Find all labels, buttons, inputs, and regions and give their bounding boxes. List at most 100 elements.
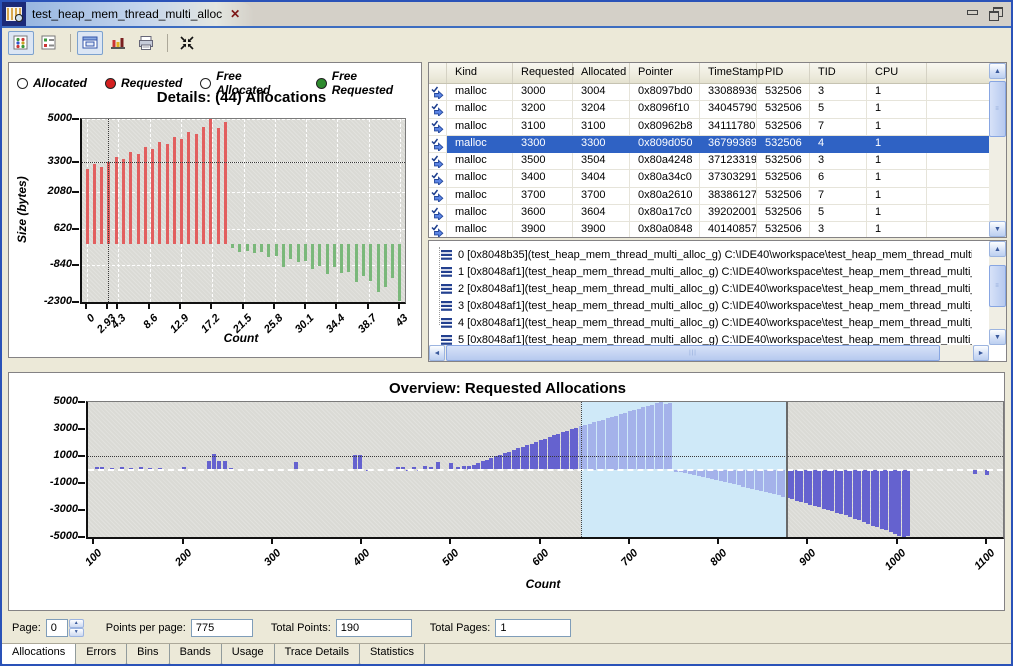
stack-frame-icon xyxy=(441,266,453,278)
scroll-down-icon[interactable]: ▼ xyxy=(989,221,1006,237)
table-scroll-thumb[interactable]: ≡ xyxy=(989,81,1006,137)
table-row[interactable]: malloc310031000x80962b83411178053250671 xyxy=(429,119,989,136)
overview-bar xyxy=(565,431,569,470)
trace-list-item[interactable]: 0 [0x8048b35](test_heap_mem_thread_multi… xyxy=(429,246,972,263)
tab-bins[interactable]: Bins xyxy=(126,644,169,665)
tab-allocations[interactable]: Allocations xyxy=(1,644,76,665)
overview-bar xyxy=(813,470,817,506)
page-spinner: ▲ ▼ xyxy=(46,619,84,637)
table-row[interactable]: malloc390039000x80a08484014085753250631 xyxy=(429,222,989,237)
restore-icon[interactable] xyxy=(989,7,1003,19)
details-plot-area[interactable] xyxy=(80,118,406,304)
minimize-icon[interactable] xyxy=(966,7,979,18)
tab-bands[interactable]: Bands xyxy=(169,644,222,665)
stack-frame-icon xyxy=(441,334,453,346)
chart-view-button[interactable] xyxy=(105,31,131,55)
table-row[interactable]: malloc370037000x80a26103838612753250671 xyxy=(429,188,989,205)
table-cell-timestamp: 34111780 xyxy=(700,119,757,136)
x-tick-mark xyxy=(896,538,898,544)
points-per-page-input[interactable] xyxy=(191,619,253,637)
column-header-timestamp[interactable]: TimeStamp xyxy=(700,63,757,83)
selection-right-edge[interactable] xyxy=(786,402,788,537)
allocation-bar xyxy=(260,244,263,252)
overview-bar xyxy=(830,470,834,512)
fit-to-window-button[interactable] xyxy=(174,31,200,55)
column-header-tid[interactable]: TID xyxy=(810,63,867,83)
tab-statistics[interactable]: Statistics xyxy=(359,644,425,665)
overview-bar xyxy=(614,416,618,470)
scroll-right-icon[interactable]: ► xyxy=(973,345,989,361)
trace-hscroll-thumb[interactable]: ||| xyxy=(446,345,940,361)
table-header-icon-cell xyxy=(429,63,447,83)
scroll-up-icon[interactable]: ▲ xyxy=(989,63,1006,79)
table-row[interactable]: malloc320032040x8096f103404579053250651 xyxy=(429,101,989,118)
table-cell-pointer: 0x8097bd0 xyxy=(630,84,700,101)
allocation-event-icon xyxy=(431,120,444,133)
window-view-button[interactable] xyxy=(77,31,103,55)
editor-tab[interactable]: test_heap_mem_thread_multi_alloc ✕ xyxy=(2,2,254,26)
spin-up-icon[interactable]: ▲ xyxy=(69,619,84,628)
allocation-bar xyxy=(318,244,321,265)
tab-usage[interactable]: Usage xyxy=(221,644,275,665)
column-header-allocated[interactable]: Allocated xyxy=(573,63,630,83)
table-row[interactable]: malloc360036040x80a17c03920200153250651 xyxy=(429,205,989,222)
overview-bar xyxy=(574,428,578,470)
trace-list-item[interactable]: 3 [0x8048af1](test_heap_mem_thread_multi… xyxy=(429,297,972,314)
column-header-pointer[interactable]: Pointer xyxy=(630,63,700,83)
y-tick-mark xyxy=(78,428,85,430)
overview-bar xyxy=(723,470,727,483)
layout-grid-button[interactable] xyxy=(8,31,34,55)
allocation-bar xyxy=(384,244,387,287)
trace-list-item[interactable]: 1 [0x8048af1](test_heap_mem_thread_multi… xyxy=(429,263,972,280)
y-tick-label: 5000 xyxy=(32,395,78,407)
table-row[interactable]: malloc300030040x8097bd03308893653250631 xyxy=(429,84,989,101)
column-header-requested[interactable]: Requested xyxy=(513,63,573,83)
trace-list-item[interactable]: 2 [0x8048af1](test_heap_mem_thread_multi… xyxy=(429,280,972,297)
selection-left-edge[interactable] xyxy=(581,402,582,537)
layout-list-button[interactable] xyxy=(36,31,62,55)
column-header-kind[interactable]: Kind xyxy=(447,63,513,83)
table-row[interactable]: malloc330033000x809d0503679936953250641 xyxy=(429,136,989,153)
stack-frame-icon xyxy=(441,249,453,261)
column-header-cpu[interactable]: CPU xyxy=(867,63,927,83)
trace-vertical-scrollbar[interactable]: ▲ ≡ ▼ xyxy=(989,241,1006,345)
scroll-down-icon[interactable]: ▼ xyxy=(989,329,1006,345)
total-points-label: Total Points: xyxy=(271,622,331,634)
allocation-row-icon xyxy=(429,170,447,187)
overview-bar xyxy=(543,439,547,470)
spin-down-icon[interactable]: ▼ xyxy=(69,628,84,637)
fit-to-window-icon xyxy=(179,35,195,51)
allocation-row-icon xyxy=(429,84,447,101)
table-cell-filler xyxy=(927,136,989,153)
overview-bar xyxy=(659,402,663,470)
print-button[interactable] xyxy=(133,31,159,55)
trace-horizontal-scrollbar[interactable]: ◄ ► ||| xyxy=(429,345,989,361)
scroll-up-icon[interactable]: ▲ xyxy=(989,241,1006,257)
table-row[interactable]: malloc350035040x80a42483712331953250631 xyxy=(429,153,989,170)
overview-bar xyxy=(755,470,759,490)
table-cell-tid: 5 xyxy=(810,101,867,118)
page-input[interactable] xyxy=(46,619,68,637)
trace-vscroll-thumb[interactable]: ≡ xyxy=(989,265,1006,307)
table-cell-kind: malloc xyxy=(447,136,513,153)
trace-list-item[interactable]: 4 [0x8048af1](test_heap_mem_thread_multi… xyxy=(429,314,972,331)
allocation-row-icon xyxy=(429,119,447,136)
table-cell-allocated: 3100 xyxy=(573,119,630,136)
column-header-pid[interactable]: PID xyxy=(757,63,810,83)
close-icon[interactable]: ✕ xyxy=(230,7,240,21)
table-vertical-scrollbar[interactable]: ▲ ≡ ▼ xyxy=(989,63,1006,237)
table-cell-allocated: 3604 xyxy=(573,205,630,222)
page-label: Page: xyxy=(12,622,41,634)
scroll-left-icon[interactable]: ◄ xyxy=(429,345,445,361)
overview-plot-area[interactable] xyxy=(86,401,1004,539)
trace-item-text: 2 [0x8048af1](test_heap_mem_thread_multi… xyxy=(458,283,972,295)
tab-trace-details[interactable]: Trace Details xyxy=(274,644,360,665)
y-tick-label: 1000 xyxy=(32,449,78,461)
table-row[interactable]: malloc340034040x80a34c03730329153250661 xyxy=(429,170,989,187)
overview-bar xyxy=(525,445,529,469)
tab-errors[interactable]: Errors xyxy=(75,644,127,665)
y-tick-mark xyxy=(78,536,85,538)
allocation-bar xyxy=(267,244,270,257)
overview-bar xyxy=(632,410,636,469)
trace-list-item[interactable]: 5 [0x8048af1](test_heap_mem_thread_multi… xyxy=(429,331,972,345)
